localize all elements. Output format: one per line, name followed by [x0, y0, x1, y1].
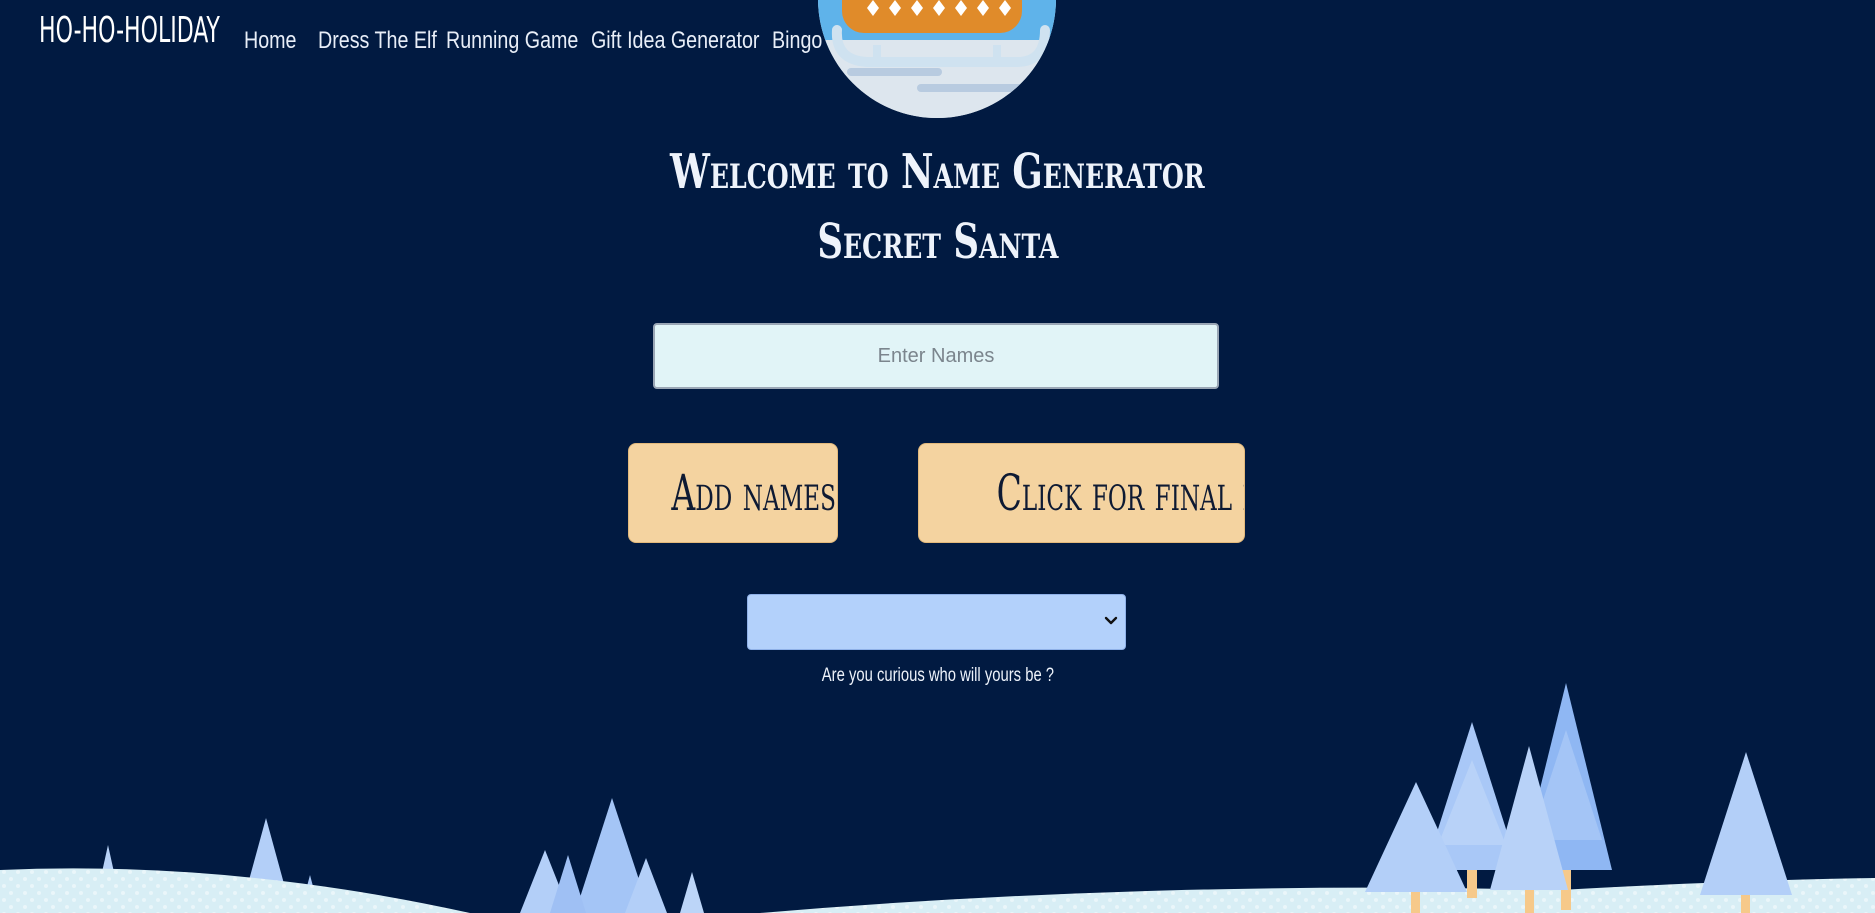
page-subtitle: Secret Santa — [0, 214, 1875, 270]
final-list-button[interactable]: Click for final list — [918, 443, 1245, 543]
nav-link-home[interactable]: Home — [244, 27, 297, 55]
tree-icon — [520, 798, 704, 913]
page-subtitle-text: Secret Santa — [816, 214, 1059, 270]
names-input[interactable] — [653, 323, 1219, 389]
nav-link-running-game[interactable]: Running Game — [446, 27, 578, 55]
final-list-button-label: Click for final list — [996, 464, 1244, 522]
nav-link-bingo[interactable]: Bingo — [772, 27, 822, 55]
add-names-button[interactable]: Add names — [628, 443, 838, 543]
sleigh-icon — [818, 0, 1056, 118]
names-select[interactable] — [747, 594, 1126, 650]
nav-link-dress-the-elf[interactable]: Dress The Elf — [318, 27, 437, 55]
nav-link-gift-idea-generator[interactable]: Gift Idea Generator — [591, 27, 759, 55]
page-title: Welcome to Name Generator — [0, 144, 1875, 200]
winter-landscape — [0, 683, 1875, 913]
add-names-button-label: Add names — [671, 464, 836, 522]
brand-logo-link[interactable]: HO-HO-HOLIDAY — [39, 10, 220, 51]
chevron-down-icon — [1104, 616, 1118, 625]
tree-icon — [1700, 752, 1792, 913]
page: HO-HO-HOLIDAY Home Dress The Elf Running… — [0, 0, 1875, 913]
page-title-text: Welcome to Name Generator — [670, 144, 1205, 200]
